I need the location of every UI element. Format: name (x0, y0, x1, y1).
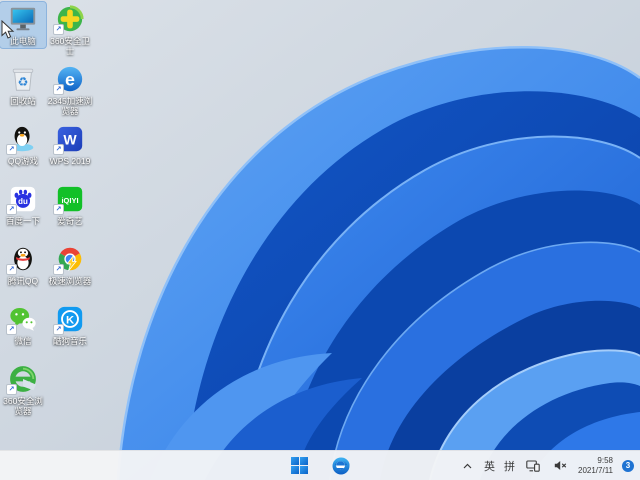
recycle-bin-icon: ♻ (8, 64, 38, 94)
baidu-icon: du ↗ (6, 184, 38, 215)
tray-overflow-button[interactable] (459, 454, 475, 478)
desktop-icon-wps-2019[interactable]: W ↗ WPS 2019 (47, 122, 93, 168)
taskbar-clock[interactable]: 9:58 2021/7/11 (578, 456, 613, 475)
desktop-icon-360-safety-guard[interactable]: ↗ 360安全卫士 (47, 2, 93, 58)
start-button[interactable] (286, 454, 312, 478)
network-icon (526, 459, 540, 472)
chevron-up-icon (463, 463, 471, 468)
desktop-icon-iqiyi[interactable]: iQIYI ↗ 爱奇艺 (47, 182, 93, 228)
edge-browser-button[interactable] (328, 454, 354, 478)
speed-browser-icon: ↗ (53, 244, 85, 275)
taskbar: 英 拼 9:58 2021/7/11 3 (0, 450, 640, 480)
ime-pinyin-indicator[interactable]: 拼 (504, 458, 515, 474)
shortcut-arrow-icon: ↗ (6, 324, 17, 335)
icon-label: 爱奇艺 (57, 216, 83, 226)
desktop-icon-kugou-music[interactable]: K ↗ 酷狗音乐 (47, 302, 93, 348)
icon-label: 极速浏览器 (48, 276, 92, 286)
clock-date: 2021/7/11 (578, 465, 613, 475)
desktop-icon-360-browser[interactable]: ↗ 360安全浏览器 (0, 362, 46, 418)
qq-games-icon: ↗ (6, 124, 38, 155)
desktop-icon-baidu[interactable]: du ↗ 百度一下 (0, 182, 46, 228)
desktop-icon-qq-games[interactable]: ↗ QQ游戏 (0, 122, 46, 168)
wallpaper (0, 0, 640, 480)
shortcut-arrow-icon: ↗ (53, 24, 64, 35)
icon-label: 百度一下 (5, 216, 40, 226)
svg-text:du: du (18, 197, 28, 206)
icon-label: 360安全卫士 (50, 36, 90, 56)
ime-english-indicator[interactable]: 英 (484, 458, 495, 474)
desktop-icon-speed-browser[interactable]: ↗ 极速浏览器 (47, 242, 93, 288)
2345-browser-icon: e ↗ (53, 64, 85, 95)
desktop-icon-wechat[interactable]: ↗ 微信 (0, 302, 46, 348)
svg-text:♻: ♻ (18, 75, 29, 89)
network-button[interactable] (524, 454, 542, 478)
iqiyi-icon: iQIYI ↗ (53, 184, 85, 215)
notification-badge[interactable]: 3 (622, 459, 634, 472)
shortcut-arrow-icon: ↗ (53, 264, 64, 275)
icon-label: 腾讯QQ (7, 276, 39, 286)
tencent-qq-icon: ↗ (6, 244, 38, 275)
icon-label: QQ游戏 (7, 156, 39, 166)
volume-muted-icon (554, 461, 566, 470)
svg-text:iQIYI: iQIYI (61, 196, 78, 205)
wps-2019-icon: W ↗ (53, 124, 85, 155)
shortcut-arrow-icon: ↗ (6, 264, 17, 275)
icon-label: 微信 (14, 336, 32, 346)
wechat-icon: ↗ (6, 304, 38, 335)
icon-label: 360安全浏览器 (3, 396, 43, 416)
shortcut-arrow-icon: ↗ (6, 144, 17, 155)
shortcut-arrow-icon: ↗ (53, 204, 64, 215)
svg-text:W: W (63, 132, 77, 148)
kugou-music-icon: K ↗ (53, 304, 85, 335)
icon-label: 酷狗音乐 (52, 336, 87, 346)
svg-text:e: e (65, 70, 75, 90)
desktop-icon-2345-browser[interactable]: e ↗ 2345加速浏览器 (47, 62, 93, 118)
clock-time: 9:58 (597, 456, 613, 465)
volume-button[interactable] (551, 454, 569, 478)
icon-label: 此电脑 (10, 36, 36, 46)
shortcut-arrow-icon: ↗ (53, 324, 64, 335)
shortcut-arrow-icon: ↗ (6, 384, 17, 395)
svg-text:K: K (66, 315, 75, 327)
shortcut-arrow-icon: ↗ (53, 84, 64, 95)
icon-label: 回收站 (10, 96, 36, 106)
desktop-icon-recycle-bin[interactable]: ♻ 回收站 (0, 62, 46, 108)
shortcut-arrow-icon: ↗ (6, 204, 17, 215)
360-browser-icon: ↗ (6, 364, 38, 395)
edge-icon (332, 456, 350, 474)
desktop-icon-this-pc[interactable]: 此电脑 (0, 1, 47, 49)
windows-logo-icon (290, 457, 308, 474)
desktop: 此电脑 ↗ 360安全卫士 ♻ 回收站 e ↗ 2345加速浏览器 ↗ QQ游戏… (0, 0, 640, 480)
shortcut-arrow-icon: ↗ (53, 144, 64, 155)
this-pc-icon (8, 4, 38, 34)
icon-label: 2345加速浏览器 (47, 96, 93, 116)
system-tray: 英 拼 9:58 2021/7/11 3 (459, 451, 634, 480)
icon-label: WPS 2019 (49, 156, 91, 166)
desktop-icon-tencent-qq[interactable]: ↗ 腾讯QQ (0, 242, 46, 288)
360-safety-guard-icon: ↗ (53, 4, 85, 35)
